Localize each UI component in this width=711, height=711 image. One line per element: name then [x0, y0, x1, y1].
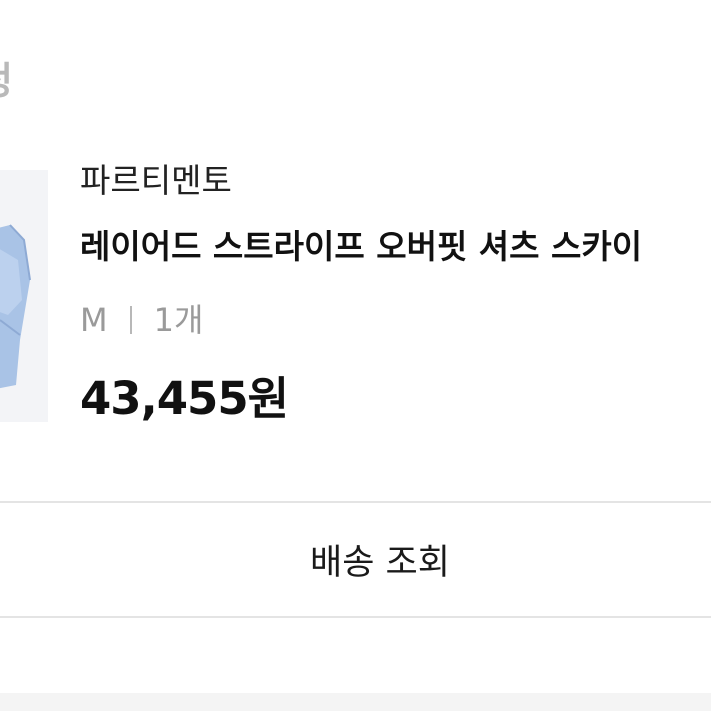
brand-name[interactable]: 파르티멘토: [80, 164, 232, 197]
delivery-tracking-label: 배송 조회: [310, 543, 450, 583]
product-options: M 1개: [80, 304, 203, 336]
option-divider: [129, 306, 132, 334]
option-quantity: 1개: [153, 301, 204, 339]
option-size: M: [80, 301, 108, 339]
section-divider: [0, 693, 711, 711]
product-thumbnail[interactable]: [0, 170, 48, 422]
product-price: 43,455원: [80, 372, 289, 425]
product-name[interactable]: 레이어드 스트라이프 오버핏 셔츠 스카이: [80, 230, 642, 263]
order-status-heading: 정: [0, 62, 13, 100]
order-detail-page: 정 파르티멘토 레이어드 스트라이프 오버핏 셔츠 스카이 M 1개 43,45…: [0, 0, 711, 711]
shirt-thumbnail-icon: [0, 224, 31, 389]
delivery-tracking-button[interactable]: 배송 조회: [0, 501, 711, 618]
